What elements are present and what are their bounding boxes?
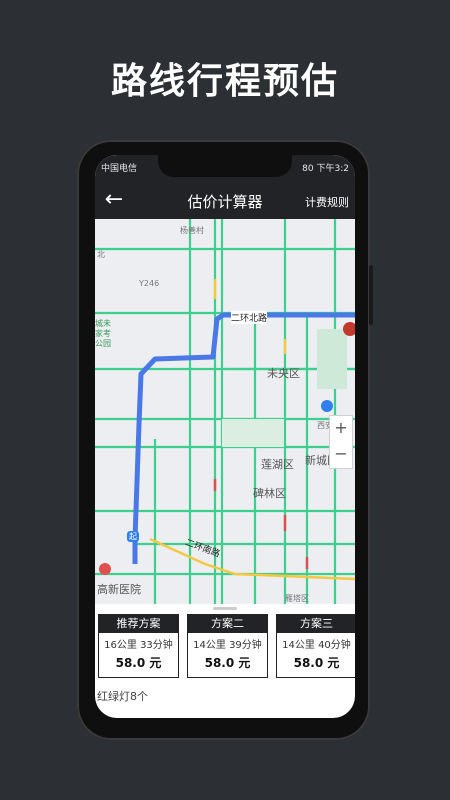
- zoom-in-button[interactable]: +: [330, 416, 352, 442]
- plan-price: 58.0 元: [115, 656, 162, 670]
- plan-card-3[interactable]: 方案三 14公里 40分钟 58.0 元: [276, 614, 355, 678]
- map-label-yanta: 雁塔区: [285, 594, 309, 603]
- map-label-ring-north: 二环北路: [231, 311, 268, 324]
- plan-card-2[interactable]: 方案二 14公里 39分钟 58.0 元: [187, 614, 268, 678]
- route-map[interactable]: 杨善村 北 Y246 城未 家考 公园 二环北路 未央区 西安 莲湖区 新城区 …: [95, 219, 355, 604]
- billing-rules-link[interactable]: 计费规则: [305, 194, 349, 210]
- start-marker-icon: 起: [127, 531, 139, 542]
- map-label-park: 城未 家考 公园: [95, 319, 111, 348]
- plan-price: 58.0 元: [293, 656, 340, 670]
- zoom-out-button[interactable]: −: [330, 442, 352, 468]
- battery-level: 80: [302, 164, 314, 174]
- map-label-road-y246: Y246: [139, 279, 160, 288]
- promo-headline: 路线行程预估: [110, 61, 339, 102]
- plan-cards: 推荐方案 16公里 33分钟 58.0 元 方案二 14公里 39分钟 58.0…: [95, 614, 355, 679]
- carrier-label: 中国电信: [101, 164, 138, 174]
- sheet-drag-handle[interactable]: [213, 607, 237, 610]
- map-roads: [95, 219, 355, 604]
- plan-name: 方案三: [277, 615, 355, 633]
- plan-distance-time: 14公里 40分钟: [282, 640, 351, 651]
- map-label-north: 北: [97, 250, 105, 259]
- map-label-beilin: 碑林区: [253, 487, 286, 500]
- traffic-lights-count: 红绿灯8个: [97, 690, 148, 703]
- plan-card-recommended[interactable]: 推荐方案 16公里 33分钟 58.0 元: [98, 614, 179, 678]
- status-time: 下午3:2: [316, 164, 350, 174]
- plan-name: 方案二: [188, 615, 267, 633]
- plan-name: 推荐方案: [99, 615, 178, 633]
- status-right: 80 下午3:2: [302, 161, 349, 174]
- phone-side-button: [369, 265, 373, 325]
- plan-distance-time: 14公里 39分钟: [193, 640, 262, 651]
- map-label-village: 杨善村: [180, 226, 204, 235]
- phone-notch: [158, 155, 292, 177]
- phone-screen: 中国电信 80 下午3:2 ← 估价计算器 计费规则 杨善村 北 Y246 城未…: [95, 155, 355, 718]
- title-bar: ← 估价计算器 计费规则: [95, 183, 355, 219]
- map-label-hospital: 高新医院: [97, 583, 141, 596]
- zoom-control: + −: [329, 415, 353, 469]
- plan-distance-time: 16公里 33分钟: [104, 640, 173, 651]
- map-label-lianhu: 莲湖区: [261, 458, 294, 471]
- map-label-weiyang: 未央区: [267, 367, 300, 380]
- plan-price: 58.0 元: [204, 656, 251, 670]
